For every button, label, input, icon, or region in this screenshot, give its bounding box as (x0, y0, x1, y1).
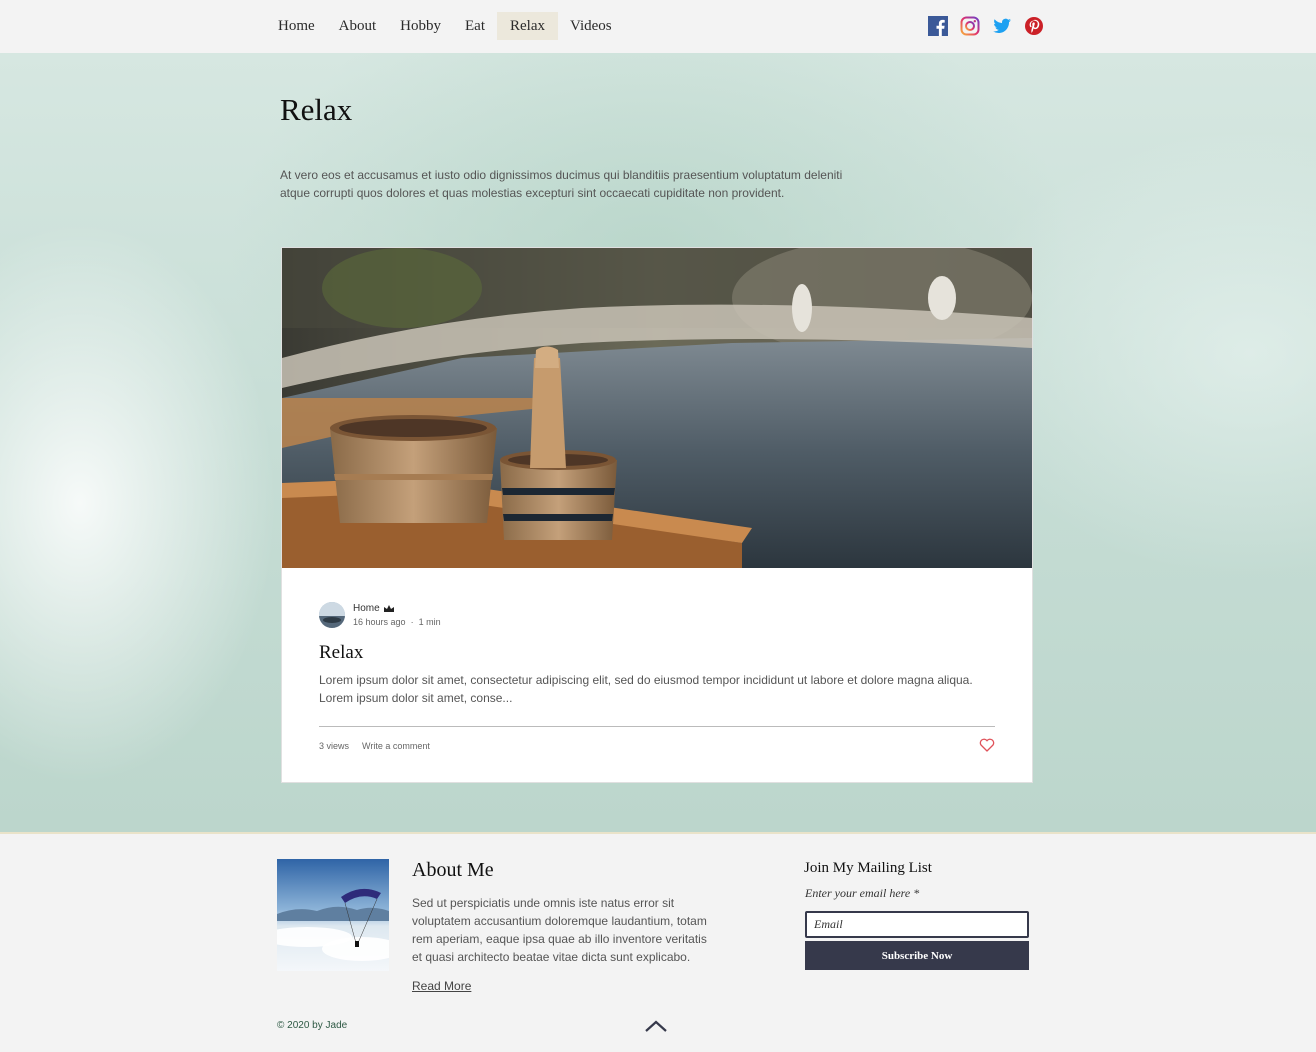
card-divider (319, 726, 995, 727)
mailing-list-title: Join My Mailing List (804, 860, 932, 876)
about-image (277, 859, 389, 971)
page-title: Relax (280, 92, 353, 127)
post-meta: 16 hours ago · 1 min (353, 617, 441, 627)
author-avatar[interactable] (319, 602, 345, 628)
facebook-icon[interactable] (928, 16, 948, 36)
author-name-row[interactable]: Home (353, 603, 395, 614)
social-bar (928, 16, 1044, 36)
crown-icon (383, 604, 394, 612)
read-time: 1 min (418, 617, 441, 627)
post-time: 16 hours ago (353, 617, 406, 627)
post-title[interactable]: Relax (319, 642, 363, 664)
subscribe-button[interactable]: Subscribe Now (805, 941, 1029, 970)
nav-item-relax[interactable]: Relax (497, 12, 559, 40)
nav-item-hobby[interactable]: Hobby (388, 12, 453, 40)
nav-item-about[interactable]: About (327, 12, 389, 40)
copyright-text: © 2020 by Jade (277, 1020, 348, 1031)
pinterest-icon[interactable] (1024, 16, 1044, 36)
post-cover-image[interactable] (282, 248, 1032, 568)
nav-item-home[interactable]: Home (266, 12, 327, 40)
email-label: Enter your email here * (805, 886, 920, 900)
like-heart-icon[interactable] (979, 738, 995, 752)
meta-separator: · (408, 617, 419, 627)
main-nav: Home About Hobby Eat Relax Videos (266, 12, 624, 40)
view-count: 3 views (319, 741, 350, 751)
instagram-icon[interactable] (960, 16, 980, 36)
about-title: About Me (412, 859, 494, 881)
write-comment-link[interactable]: Write a comment (362, 741, 430, 751)
page-description: At vero eos et accusamus et iusto odio d… (280, 168, 843, 200)
twitter-icon[interactable] (992, 16, 1012, 36)
nav-item-videos[interactable]: Videos (558, 12, 624, 40)
email-field[interactable] (805, 911, 1029, 938)
read-more-link[interactable]: Read More (412, 979, 471, 993)
about-text: Sed ut perspiciatis unde omnis iste natu… (412, 896, 707, 964)
post-excerpt[interactable]: Lorem ipsum dolor sit amet, consectetur … (319, 671, 995, 707)
blog-post-card[interactable]: Home 16 hours ago · 1 min Relax Lorem ip… (281, 247, 1033, 783)
back-to-top-icon[interactable] (645, 1020, 667, 1032)
author-name[interactable]: Home (353, 603, 380, 614)
site-header: Home About Hobby Eat Relax Videos (0, 0, 1316, 53)
nav-item-eat[interactable]: Eat (453, 12, 497, 40)
section-divider (0, 832, 1316, 834)
